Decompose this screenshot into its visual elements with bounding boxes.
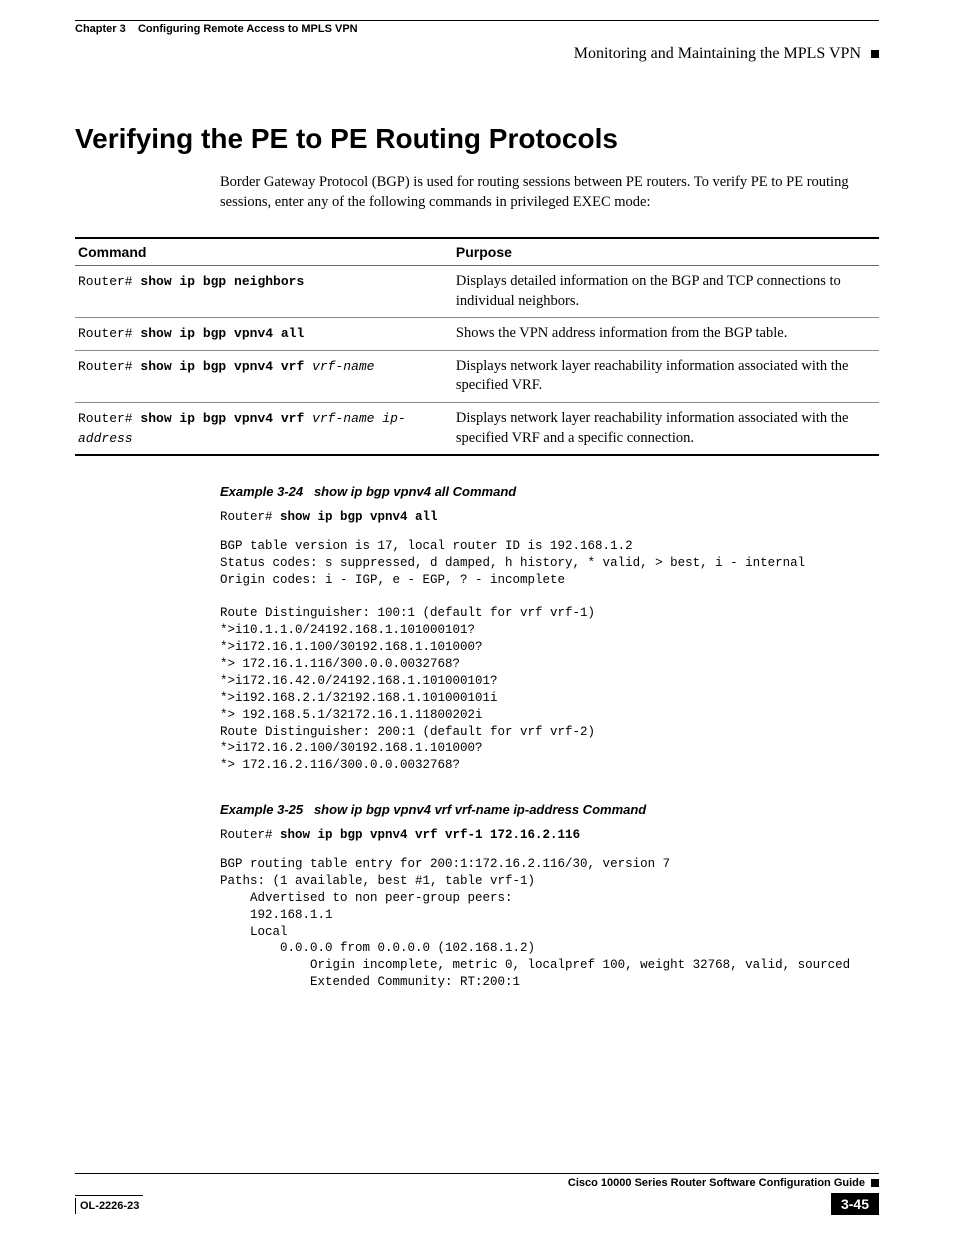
cmd-purpose: Shows the VPN address information from t… xyxy=(453,318,879,351)
example-24-title: Example 3-24 show ip bgp vpnv4 all Comma… xyxy=(220,484,879,499)
cmd-italic: vrf-name xyxy=(312,359,374,374)
table-row: Router# show ip bgp vpnv4 vrf vrf-name i… xyxy=(75,402,879,455)
command-table: Command Purpose Router# show ip bgp neig… xyxy=(75,237,879,456)
th-purpose: Purpose xyxy=(453,238,879,266)
guide-title: Cisco 10000 Series Router Software Confi… xyxy=(75,1177,865,1189)
cmd-bold: show ip bgp vpnv4 vrf xyxy=(140,411,312,426)
cmd-prefix: Router# xyxy=(78,359,140,374)
cmd-bold: show ip bgp neighbors xyxy=(140,274,304,289)
cmd-prefix: Router# xyxy=(78,411,140,426)
table-row: Router# show ip bgp vpnv4 all Shows the … xyxy=(75,318,879,351)
th-command: Command xyxy=(75,238,453,266)
example-24-cmd: Router# show ip bgp vpnv4 all xyxy=(220,509,879,526)
page-footer: Cisco 10000 Series Router Software Confi… xyxy=(75,1173,879,1215)
doc-number: OL-2226-23 xyxy=(75,1198,143,1214)
chapter-label: Chapter 3 xyxy=(75,23,126,35)
table-row: Router# show ip bgp vpnv4 vrf vrf-name D… xyxy=(75,350,879,402)
cmd-bold: show ip bgp vpnv4 vrf xyxy=(140,359,312,374)
running-header: Chapter 3 Configuring Remote Access to M… xyxy=(75,23,879,41)
cmd-purpose: Displays detailed information on the BGP… xyxy=(453,266,879,318)
page-number: 3-45 xyxy=(831,1193,879,1215)
example-24-output: BGP table version is 17, local router ID… xyxy=(220,538,879,774)
page-title: Verifying the PE to PE Routing Protocols xyxy=(75,123,879,155)
table-row: Router# show ip bgp neighbors Displays d… xyxy=(75,266,879,318)
cmd-purpose: Displays network layer reachability info… xyxy=(453,402,879,455)
chapter-title: Configuring Remote Access to MPLS VPN xyxy=(138,23,358,35)
section-title: Monitoring and Maintaining the MPLS VPN xyxy=(574,45,861,62)
cmd-bold: show ip bgp vpnv4 all xyxy=(140,326,304,341)
section-header: Monitoring and Maintaining the MPLS VPN xyxy=(75,45,879,63)
example-25-cmd: Router# show ip bgp vpnv4 vrf vrf-1 172.… xyxy=(220,827,879,844)
cmd-prefix: Router# xyxy=(78,326,140,341)
cmd-prefix: Router# xyxy=(78,274,140,289)
intro-paragraph: Border Gateway Protocol (BGP) is used fo… xyxy=(220,173,879,212)
example-25-output: BGP routing table entry for 200:1:172.16… xyxy=(220,856,879,991)
example-25-title: Example 3-25 show ip bgp vpnv4 vrf vrf-n… xyxy=(220,802,879,817)
header-rule xyxy=(75,20,879,21)
cmd-purpose: Displays network layer reachability info… xyxy=(453,350,879,402)
